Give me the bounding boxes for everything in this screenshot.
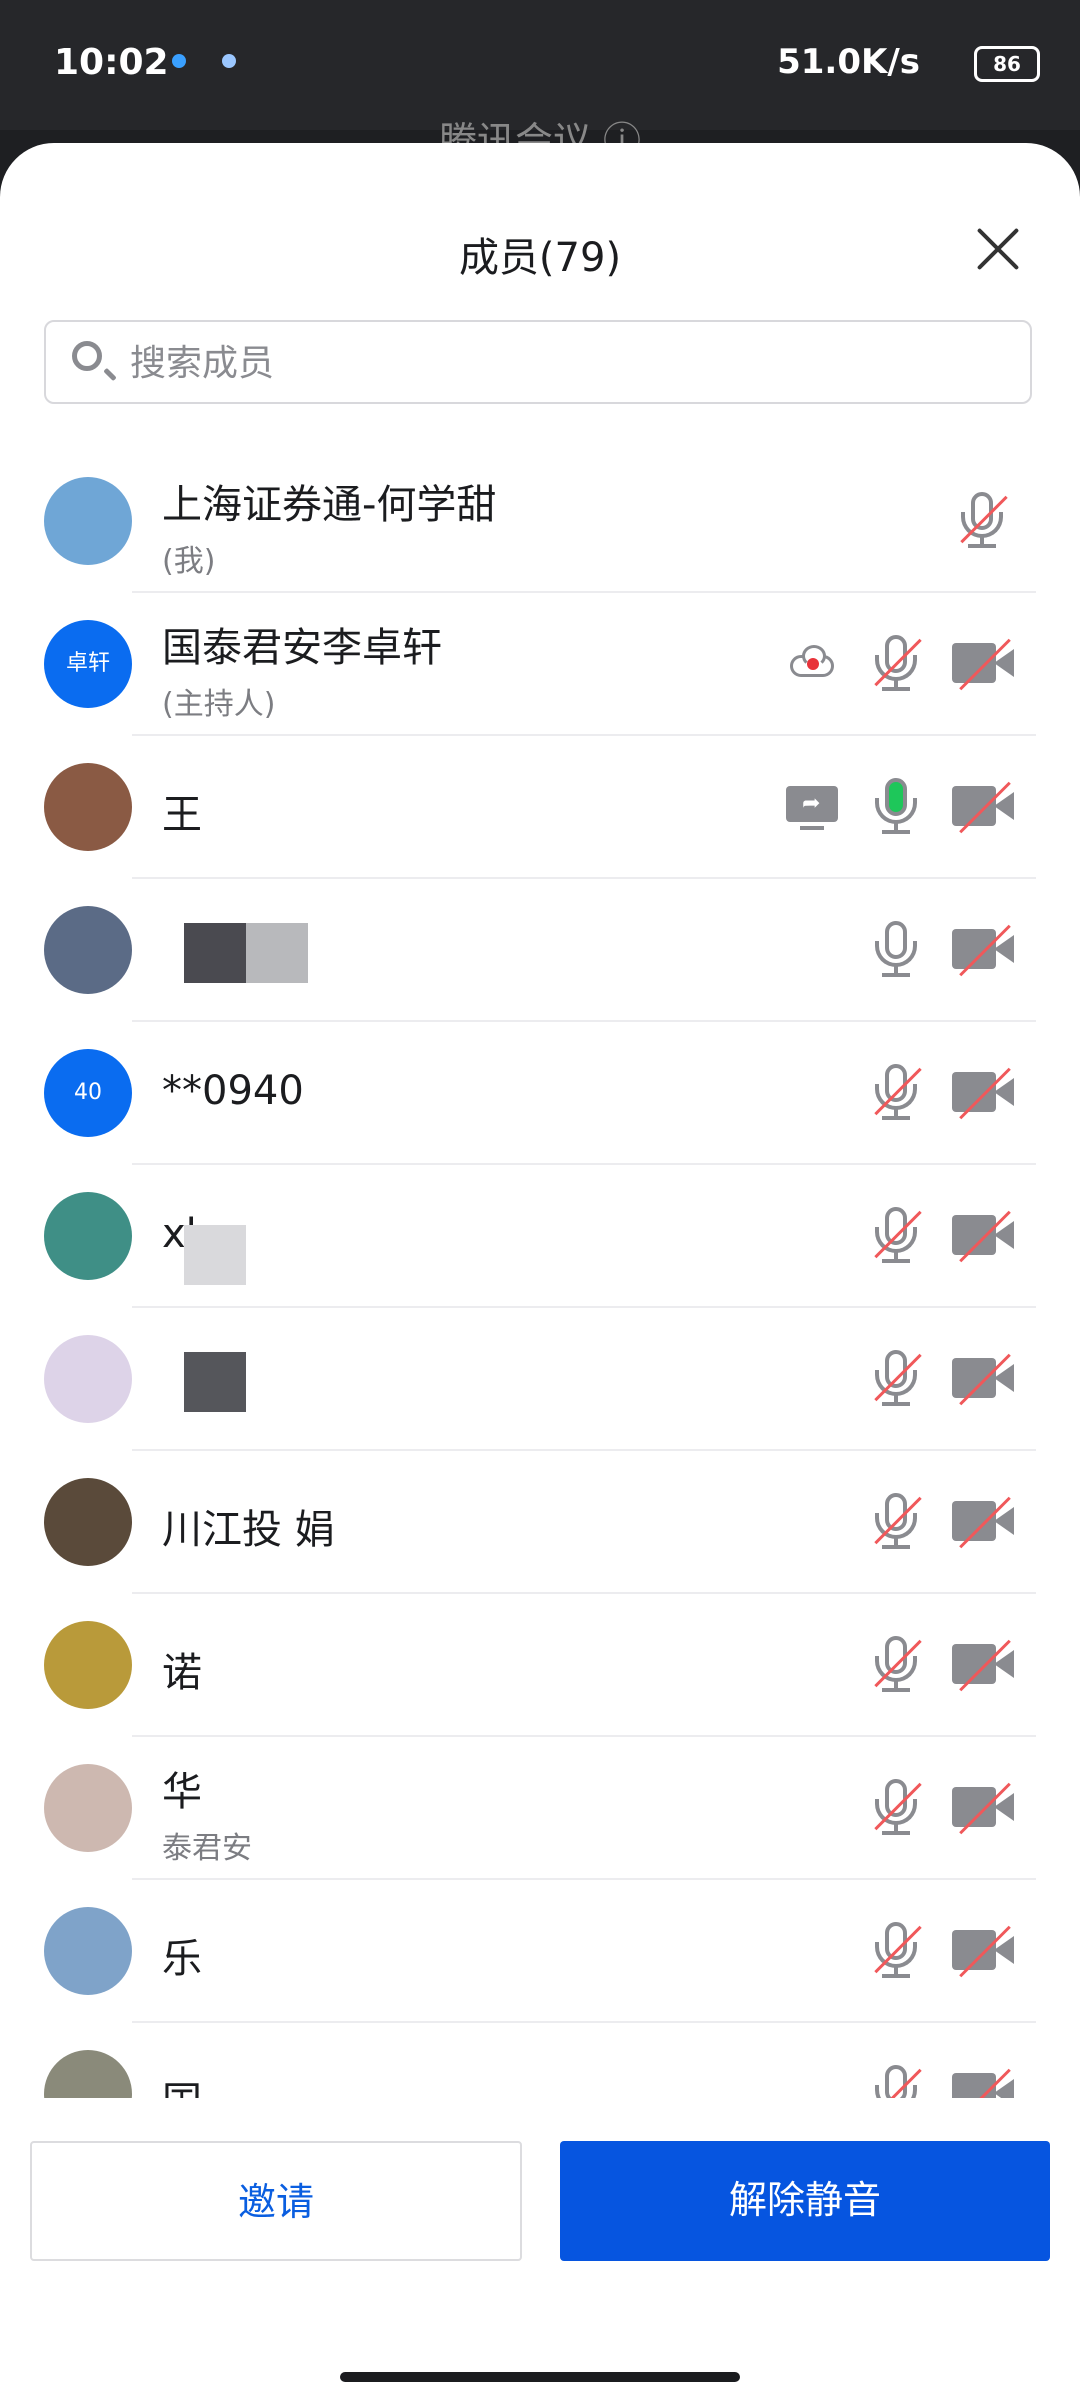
member-name: 国泰君安李卓轩 [162, 625, 442, 671]
mic-icon[interactable] [866, 917, 926, 983]
home-indicator[interactable] [340, 2372, 740, 2382]
member-row[interactable]: 上海证券通-何学甜 (我) [0, 450, 1080, 593]
cloud-record-icon [788, 643, 838, 683]
camera-off-icon[interactable] [950, 1775, 1016, 1841]
member-row[interactable]: 40 **0940 [0, 1022, 1080, 1165]
member-row[interactable]: 卓轩 国泰君安李卓轩 (主持人) [0, 593, 1080, 736]
mic-muted-icon[interactable] [866, 1346, 926, 1412]
mic-muted-icon[interactable] [866, 1775, 926, 1841]
member-role: (主持人) [162, 687, 276, 722]
search-icon [72, 341, 102, 371]
camera-off-icon[interactable] [950, 774, 1016, 840]
member-role: 泰君安 [162, 1831, 252, 1866]
redacted-block [246, 923, 308, 983]
unmute-all-button[interactable]: 解除静音 [560, 2141, 1050, 2261]
member-role: (我) [162, 544, 216, 579]
camera-off-icon[interactable] [950, 1346, 1016, 1412]
member-row[interactable]: xl [0, 1165, 1080, 1308]
mic-muted-icon[interactable] [952, 488, 1012, 554]
avatar [44, 477, 132, 565]
status-time: 10:02 [54, 42, 169, 83]
camera-off-icon[interactable] [950, 631, 1016, 697]
member-list: 上海证券通-何学甜 (我) 卓轩 国泰君安李卓轩 (主持人) 王 ➦ 40 **0940 xl 川江… [0, 450, 1080, 2098]
member-row[interactable]: 诺 [0, 1594, 1080, 1737]
avatar: 卓轩 [44, 620, 132, 708]
camera-off-icon[interactable] [950, 1203, 1016, 1269]
redacted-block [184, 1352, 246, 1412]
member-name: 王 [162, 792, 202, 838]
member-name: 川江投 娟 [162, 1507, 335, 1553]
notification-icon [172, 54, 186, 68]
member-name: 国 [162, 2069, 202, 2098]
avatar [44, 1764, 132, 1852]
member-row[interactable]: 华泰君安 [0, 1737, 1080, 1880]
mic-muted-icon[interactable] [866, 2061, 926, 2098]
member-row[interactable]: 王 ➦ [0, 736, 1080, 879]
member-name: 上海证券通-何学甜 [162, 482, 497, 528]
mic-muted-icon[interactable] [866, 1060, 926, 1126]
camera-off-icon[interactable] [950, 1632, 1016, 1698]
mic-icon[interactable] [866, 774, 926, 840]
notification-icon-2 [222, 54, 236, 68]
member-name: 诺 [162, 1650, 202, 1696]
battery-icon: 86 [974, 46, 1040, 82]
mic-muted-icon[interactable] [866, 1489, 926, 1555]
avatar [44, 763, 132, 851]
camera-off-icon[interactable] [950, 1060, 1016, 1126]
screen-share-icon: ➦ [786, 786, 838, 832]
avatar [44, 1335, 132, 1423]
camera-off-icon[interactable] [950, 1489, 1016, 1555]
member-row[interactable]: 乐 [0, 1880, 1080, 2023]
search-input[interactable] [128, 322, 1012, 404]
members-sheet: 成员(79) 上海证券通-何学甜(我)卓轩国泰君安李卓轩(主持人)王➦40**0… [0, 143, 1080, 2400]
avatar: 40 [44, 1049, 132, 1137]
camera-off-icon[interactable] [950, 2061, 1016, 2098]
redacted-block [184, 923, 246, 983]
avatar [44, 1907, 132, 1995]
member-row[interactable]: 川江投 娟 [0, 1451, 1080, 1594]
avatar [44, 2050, 132, 2098]
search-box[interactable] [44, 320, 1032, 404]
close-icon[interactable] [974, 225, 1022, 273]
member-name: **0940 [162, 1068, 304, 1114]
mic-muted-icon[interactable] [866, 1632, 926, 1698]
network-speed: 51.0K/s [777, 42, 920, 82]
mic-muted-icon[interactable] [866, 631, 926, 697]
member-name: 华 [162, 1769, 202, 1815]
member-row[interactable] [0, 1308, 1080, 1451]
avatar [44, 906, 132, 994]
mic-muted-icon[interactable] [866, 1918, 926, 1984]
camera-off-icon[interactable] [950, 1918, 1016, 1984]
member-row[interactable]: 国 [0, 2023, 1080, 2098]
avatar [44, 1192, 132, 1280]
sheet-title: 成员(79) [458, 235, 622, 281]
member-row[interactable] [0, 879, 1080, 1022]
redacted-block [184, 1225, 246, 1285]
camera-off-icon[interactable] [950, 917, 1016, 983]
avatar [44, 1478, 132, 1566]
invite-button[interactable]: 邀请 [30, 2141, 522, 2261]
mic-muted-icon[interactable] [866, 1203, 926, 1269]
member-name: 乐 [162, 1936, 202, 1982]
avatar [44, 1621, 132, 1709]
